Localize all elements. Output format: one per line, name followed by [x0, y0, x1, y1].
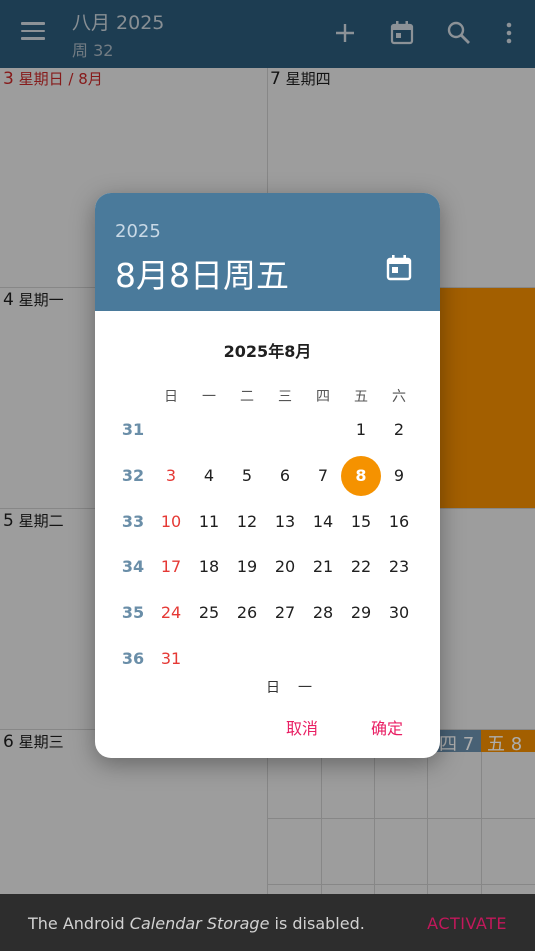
activate-button[interactable]: ACTIVATE — [427, 914, 507, 933]
day-cell[interactable]: 3 — [152, 457, 190, 495]
day-cell[interactable]: 7 — [304, 457, 342, 495]
day-cell[interactable]: 6 — [266, 457, 304, 495]
day-cell[interactable]: 12 — [228, 503, 266, 541]
day-cell[interactable]: 11 — [190, 503, 228, 541]
weekday-header: 六 — [392, 389, 406, 405]
weekday-header: 二 — [240, 389, 254, 405]
day-cell[interactable]: 13 — [266, 503, 304, 541]
day-cell[interactable]: 4 — [190, 457, 228, 495]
day-cell[interactable]: 21 — [304, 548, 342, 586]
date-picker-dialog: 2025 8月8日周五 2025年8月 日一二三四五六 31 1 2 32 3 4 5 6 7 8… — [95, 193, 440, 758]
week-number[interactable]: 35 — [114, 603, 152, 622]
calendar-icon[interactable] — [384, 253, 414, 283]
weekday-header: 五 — [354, 389, 368, 405]
day-cell[interactable]: 27 — [266, 594, 304, 632]
snackbar-message: The Android Calendar Storage is disabled… — [28, 914, 365, 933]
week-number[interactable]: 31 — [114, 420, 152, 439]
day-cell[interactable]: 26 — [228, 594, 266, 632]
ok-button[interactable]: 确定 — [371, 715, 403, 739]
day-cell[interactable]: 30 — [380, 594, 418, 632]
day-cell[interactable]: 16 — [380, 503, 418, 541]
month-title: 2025年8月 — [223, 342, 312, 361]
week-number[interactable]: 32 — [114, 466, 152, 485]
week-number[interactable]: 33 — [114, 512, 152, 531]
week-number[interactable]: 34 — [114, 557, 152, 576]
day-cell[interactable]: 1 — [342, 411, 380, 449]
weekday-header: 四 — [316, 389, 330, 405]
day-cell[interactable]: 5 — [228, 457, 266, 495]
dialog-selected-date: 8月8日周五 — [115, 256, 289, 295]
day-cell[interactable]: 10 — [152, 503, 190, 541]
cancel-button[interactable]: 取消 — [286, 715, 318, 739]
selected-day[interactable]: 8 — [341, 455, 381, 496]
day-cell[interactable]: 24 — [152, 594, 190, 632]
weekday-header: 日 — [164, 389, 178, 405]
day-cell[interactable]: 17 — [152, 548, 190, 586]
day-cell[interactable]: 23 — [380, 548, 418, 586]
day-cell[interactable]: 15 — [342, 503, 380, 541]
day-cell[interactable]: 18 — [190, 548, 228, 586]
day-cell[interactable]: 31 — [152, 640, 190, 678]
day-cell[interactable]: 22 — [342, 548, 380, 586]
day-cell[interactable]: 9 — [380, 457, 418, 495]
next-month-peek: 日一 — [266, 680, 312, 696]
snackbar: The Android Calendar Storage is disabled… — [0, 894, 535, 951]
dialog-header: 2025 8月8日周五 — [95, 193, 440, 311]
day-cell[interactable]: 14 — [304, 503, 342, 541]
day-cell[interactable]: 2 — [380, 411, 418, 449]
weekday-header: 三 — [278, 389, 292, 405]
dialog-year[interactable]: 2025 — [115, 221, 161, 242]
day-cell[interactable]: 20 — [266, 548, 304, 586]
weekday-header: 一 — [202, 389, 216, 405]
week-number[interactable]: 36 — [114, 649, 152, 668]
day-cell[interactable]: 25 — [190, 594, 228, 632]
day-cell[interactable]: 29 — [342, 594, 380, 632]
day-cell[interactable]: 28 — [304, 594, 342, 632]
day-cell[interactable]: 19 — [228, 548, 266, 586]
